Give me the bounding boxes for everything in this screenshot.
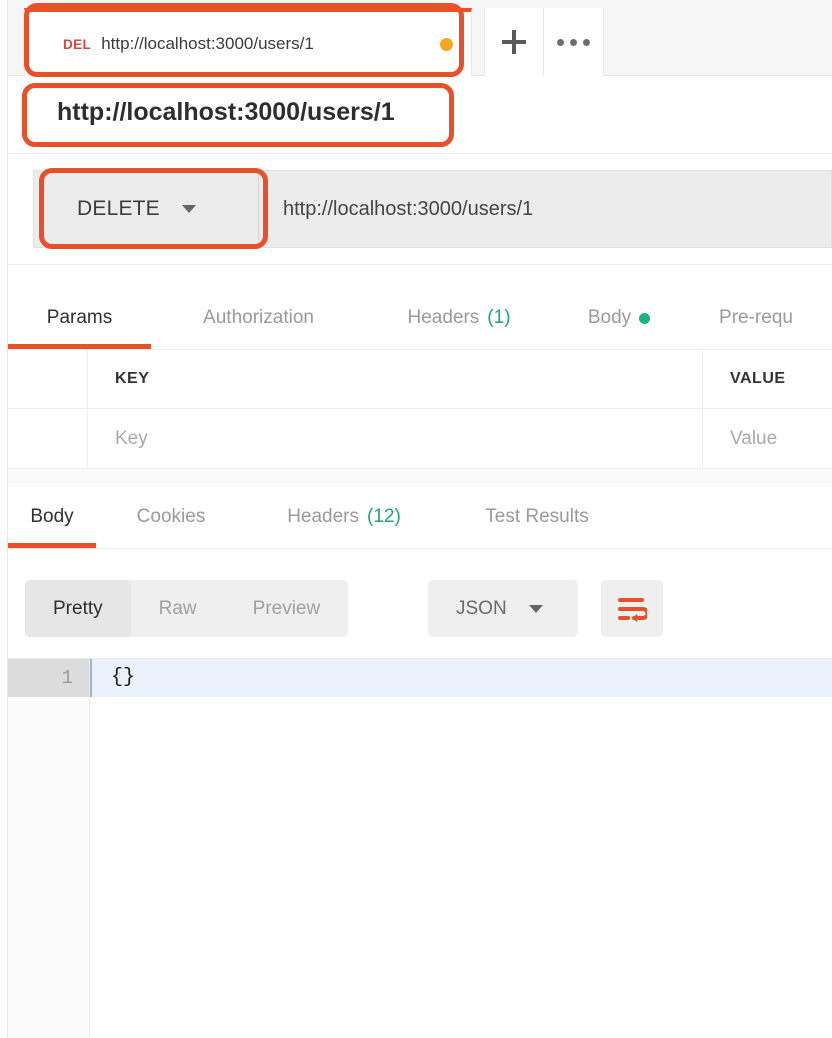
request-tab-label: Authorization xyxy=(203,307,314,328)
table-row: Key Value xyxy=(8,409,832,469)
word-wrap-button[interactable] xyxy=(601,580,663,637)
key-input-cell[interactable]: Key xyxy=(88,409,703,468)
format-button-preview[interactable]: Preview xyxy=(225,580,349,637)
response-tab-label: Body xyxy=(30,506,74,527)
format-button-pretty[interactable]: Pretty xyxy=(25,580,131,637)
http-method-select[interactable]: DELETE xyxy=(34,171,259,247)
response-tabs: Body Cookies Headers (12) Test Results xyxy=(8,487,832,549)
key-header-cell: KEY xyxy=(88,350,703,408)
word-wrap-icon xyxy=(618,597,647,622)
left-sidebar-rail xyxy=(0,0,8,1038)
response-tab-label: Test Results xyxy=(485,506,589,527)
request-tab-label: Headers xyxy=(407,307,480,328)
ellipsis-icon xyxy=(557,38,590,46)
row-checkbox-cell[interactable] xyxy=(8,409,88,468)
request-url-row: DELETE http://localhost:3000/users/1 xyxy=(8,155,832,265)
response-format-group: Pretty Raw Preview xyxy=(25,580,349,637)
tab-strip: DEL http://localhost:3000/users/1 xyxy=(8,0,832,76)
line-number: 1 xyxy=(8,659,89,697)
request-tab-label: Body xyxy=(587,307,632,328)
response-tab-cookies[interactable]: Cookies xyxy=(96,486,246,548)
request-tab-label: Params xyxy=(46,307,113,328)
request-tab[interactable]: DEL http://localhost:3000/users/1 xyxy=(24,8,472,76)
response-tab-test-results[interactable]: Test Results xyxy=(442,486,632,548)
tab-options-button[interactable] xyxy=(544,8,604,76)
editor-code-area[interactable]: {} xyxy=(90,659,832,1038)
request-tab-count: (1) xyxy=(487,307,511,328)
url-input[interactable]: http://localhost:3000/users/1 xyxy=(259,171,831,247)
new-tab-button[interactable] xyxy=(484,8,544,76)
format-button-raw[interactable]: Raw xyxy=(131,580,225,637)
request-tab-body[interactable]: Body xyxy=(552,287,686,349)
url-bar: DELETE http://localhost:3000/users/1 xyxy=(33,170,832,248)
response-tab-label: Headers xyxy=(287,506,360,527)
request-tab-params[interactable]: Params xyxy=(8,287,151,349)
request-tab-pre-requ[interactable]: Pre-requ xyxy=(686,287,826,349)
table-header-row: KEY VALUE xyxy=(8,349,832,409)
response-toolbar: Pretty Raw Preview JSON xyxy=(8,550,832,658)
response-tab-count: (12) xyxy=(367,506,401,527)
response-tab-headers[interactable]: Headers (12) xyxy=(246,486,442,548)
unsaved-changes-dot xyxy=(440,37,453,51)
key-column-header: KEY xyxy=(115,370,150,387)
value-input-cell[interactable]: Value xyxy=(703,409,832,468)
http-method-label: DELETE xyxy=(77,197,160,220)
request-tabs: Params Authorization Headers (1) Body Pre-req… xyxy=(8,287,832,349)
chevron-down-icon xyxy=(181,205,196,213)
value-input-placeholder: Value xyxy=(730,427,778,449)
request-title[interactable]: http://localhost:3000/users/1 xyxy=(57,98,395,127)
select-all-cell xyxy=(8,350,88,408)
response-tab-body[interactable]: Body xyxy=(8,486,96,548)
tab-method-badge: DEL xyxy=(63,36,92,52)
response-tab-label: Cookies xyxy=(136,506,206,527)
response-body-editor[interactable]: 1 {} xyxy=(8,658,832,1038)
request-tab-authorization[interactable]: Authorization xyxy=(151,287,366,349)
editor-gutter: 1 xyxy=(8,659,90,1038)
value-column-header: VALUE xyxy=(730,370,786,387)
key-input-placeholder: Key xyxy=(115,427,148,449)
tab-title: http://localhost:3000/users/1 xyxy=(101,34,314,53)
content-type-label: JSON xyxy=(456,597,507,619)
request-title-row: http://localhost:3000/users/1 xyxy=(8,76,832,154)
plus-icon xyxy=(502,30,526,54)
value-header-cell: VALUE xyxy=(703,350,832,408)
chevron-down-icon xyxy=(528,604,543,613)
body-present-dot xyxy=(639,312,651,324)
params-table: KEY VALUE Key Value xyxy=(8,349,832,487)
request-tab-headers[interactable]: Headers (1) xyxy=(366,287,552,349)
content-type-select[interactable]: JSON xyxy=(428,580,578,637)
request-tab-label: Pre-requ xyxy=(719,307,793,328)
code-line[interactable]: {} xyxy=(90,659,832,697)
